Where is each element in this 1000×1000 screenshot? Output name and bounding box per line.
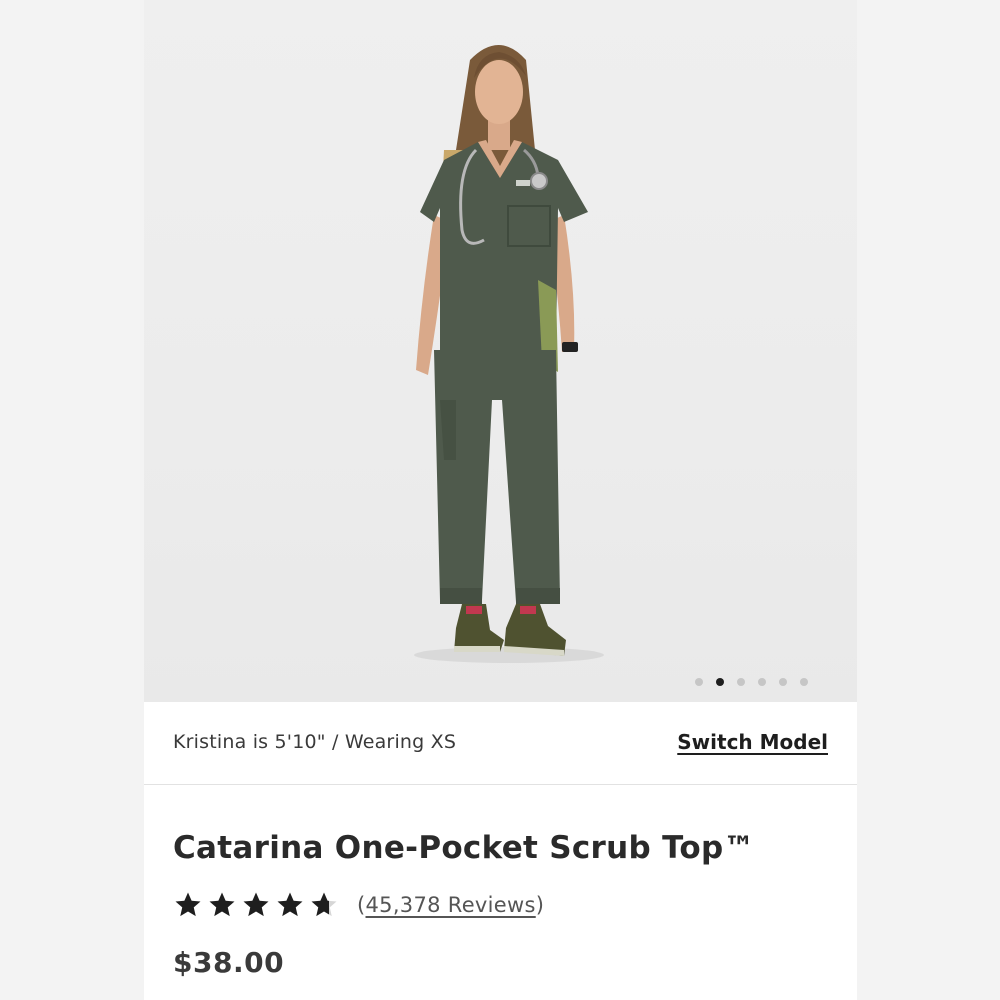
product-rating: (45,378 Reviews) — [173, 890, 544, 920]
product-title: Catarina One-Pocket Scrub Top™ — [173, 830, 755, 866]
carousel-dot[interactable] — [758, 678, 766, 686]
carousel-dot[interactable] — [779, 678, 787, 686]
star-icon — [175, 892, 201, 917]
carousel-dot[interactable] — [695, 678, 703, 686]
carousel-dot[interactable] — [800, 678, 808, 686]
product-price: $38.00 — [173, 946, 285, 979]
reviews-link[interactable]: 45,378 Reviews — [366, 893, 536, 917]
model-info-bar: Kristina is 5'10" / Wearing XS Switch Mo… — [144, 702, 857, 785]
product-photo — [414, 45, 604, 663]
star-icon — [277, 892, 303, 917]
switch-model-link[interactable]: Switch Model — [677, 730, 828, 754]
product-card: Kristina is 5'10" / Wearing XS Switch Mo… — [144, 0, 857, 1000]
star-icon — [243, 892, 269, 917]
carousel-dot[interactable] — [737, 678, 745, 686]
model-size-info: Kristina is 5'10" / Wearing XS — [173, 731, 457, 753]
reviews-count: (45,378 Reviews) — [357, 893, 544, 917]
reviews-close-paren: ) — [535, 893, 545, 917]
star-half-icon — [311, 892, 337, 917]
reviews-open-paren: ( — [357, 893, 366, 917]
product-image-gallery[interactable] — [144, 0, 857, 702]
star-rating — [173, 890, 339, 920]
star-icon — [209, 892, 235, 917]
carousel-dots — [695, 678, 808, 686]
carousel-dot-active[interactable] — [716, 678, 724, 686]
